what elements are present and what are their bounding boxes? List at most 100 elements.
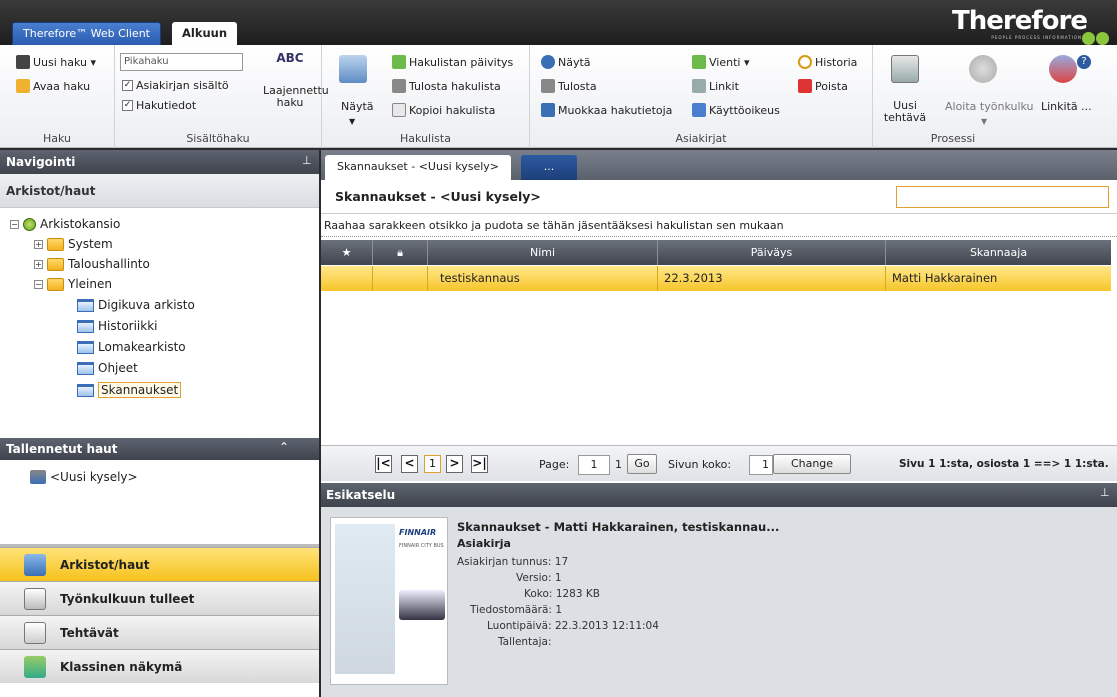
saved-searches-header: Tallennetut haut — [0, 438, 319, 460]
start-workflow-button[interactable]: Aloita työnkulku — [945, 100, 1034, 113]
refresh-list-button[interactable]: Hakulistan päivitys — [392, 55, 513, 69]
chevron-down-icon: ▼ — [349, 117, 356, 126]
new-task-icon — [891, 55, 919, 83]
group-label: Sisältöhaku — [186, 132, 250, 145]
tree-folder-finance[interactable]: + Taloushallinto — [34, 257, 150, 271]
table-row[interactable]: testiskannaus 22.3.2013 Matti Hakkaraine… — [321, 266, 1111, 291]
content-checkbox[interactable]: ✓ Asiakirjan sisältö — [122, 79, 229, 92]
abc-icon: ABC — [276, 51, 304, 65]
index-checkbox[interactable]: ✓ Hakutiedot — [122, 99, 196, 112]
favorite-column-header[interactable]: ★ — [321, 240, 373, 265]
edit-index-button[interactable]: Muokkaa hakutietoja — [541, 103, 672, 117]
go-button[interactable]: Go — [627, 454, 657, 474]
group-prosessi: Uusi tehtävä Aloita työnkulku ▼ ? Linkit… — [873, 45, 1117, 148]
thumb-subtitle: FINNAIR CITY BUS — [399, 543, 444, 549]
tree-archive-item[interactable]: Historiikki — [77, 319, 158, 333]
delete-button[interactable]: Poista — [798, 79, 848, 93]
tree-archive-item[interactable]: Digikuva arkisto — [77, 298, 195, 312]
new-search-button[interactable]: Uusi haku ▾ — [16, 55, 96, 69]
tree-root[interactable]: − Arkistokansio — [10, 217, 120, 231]
tab-home[interactable]: Alkuun — [172, 22, 238, 47]
chevron-up-icon[interactable]: ⌃ — [279, 440, 289, 454]
tab-web-client[interactable]: Therefore™ Web Client — [12, 22, 161, 46]
export-button[interactable]: Vienti ▾ — [692, 55, 749, 69]
nav-button-archives[interactable]: Arkistot/haut — [0, 547, 319, 581]
expand-icon[interactable]: + — [34, 239, 43, 249]
link-icon — [692, 79, 706, 93]
task-icon — [24, 621, 46, 644]
history-button[interactable]: Historia — [798, 55, 857, 69]
archives-icon — [24, 553, 46, 576]
quick-search-input[interactable]: Pikahaku — [120, 53, 243, 71]
view-document-button[interactable]: Näytä — [541, 55, 591, 69]
group-label: Haku — [42, 132, 71, 145]
filter-input[interactable] — [896, 186, 1109, 208]
pin-icon[interactable]: ⊥ — [302, 154, 312, 167]
link-button[interactable]: Linkitä ... — [1041, 100, 1092, 113]
tree-archive-item[interactable]: Ohjeet — [77, 361, 138, 375]
group-by-hint: Raahaa sarakkeen otsikko ja pudota se tä… — [321, 215, 1117, 237]
page-label: Page: — [539, 458, 570, 471]
tree-folder-general[interactable]: − Yleinen — [34, 277, 112, 291]
export-icon — [692, 55, 706, 69]
tab-query[interactable]: Skannaukset - <Uusi kysely> — [325, 155, 511, 180]
show-list-button[interactable]: Näytä — [341, 100, 374, 113]
nav-button-workflow-inbox[interactable]: Työnkulkuun tulleet — [0, 581, 319, 615]
cell-name: testiskannaus — [428, 266, 658, 291]
pin-icon[interactable]: ⊥ — [1100, 486, 1110, 499]
tree-archive-item[interactable]: Lomakearkisto — [77, 340, 186, 354]
field-saved-by: Tallentaja: — [498, 636, 552, 648]
new-task-button[interactable]: Uusi tehtävä — [883, 100, 927, 124]
logo-tagline: PEOPLE PROCESS INFORMATION — [991, 35, 1082, 40]
nav-button-tasks[interactable]: Tehtävät — [0, 615, 319, 649]
change-button[interactable]: Change — [773, 454, 851, 474]
prev-page-button[interactable]: < — [401, 455, 418, 473]
folder-icon — [47, 277, 64, 291]
query-title-bar: Skannaukset - <Uusi kysely> — [321, 180, 1117, 214]
preview-doc-type: Asiakirja — [457, 537, 511, 550]
help-icon[interactable]: ? — [1077, 55, 1091, 69]
column-header-name[interactable]: Nimi — [428, 240, 658, 265]
group-haku: Uusi haku ▾ Avaa haku Haku — [0, 45, 115, 148]
therefore-logo: Therefore — [952, 6, 1088, 36]
copy-list-button[interactable]: Kopioi hakulista — [392, 103, 495, 117]
links-button[interactable]: Linkit — [692, 79, 739, 93]
field-size: Koko: 1283 KB — [524, 588, 600, 600]
nav-button-classic-view[interactable]: Klassinen näkymä — [0, 649, 319, 683]
list-view-icon — [339, 55, 367, 83]
access-rights-button[interactable]: Käyttöoikeus — [692, 103, 780, 117]
collapse-icon[interactable]: − — [34, 279, 43, 289]
advanced-search-button[interactable]: ABC Laajennettu haku — [263, 51, 329, 109]
column-header-scanner[interactable]: Skannaaja — [886, 240, 1111, 265]
print-document-button[interactable]: Tulosta — [541, 79, 597, 93]
map-image — [335, 524, 395, 674]
page-input[interactable]: 1 — [578, 455, 610, 475]
current-page-indicator[interactable]: 1 — [424, 455, 441, 473]
field-created: Luontipäivä: 22.3.2013 12:11:04 — [487, 620, 659, 632]
thumb-brand: FINNAIR — [399, 528, 437, 537]
print-list-button[interactable]: Tulosta hakulista — [392, 79, 501, 93]
saved-search-item[interactable]: <Uusi kysely> — [30, 470, 138, 484]
first-page-button[interactable]: |< — [375, 455, 392, 473]
tree-archive-item-selected[interactable]: Skannaukset — [77, 382, 182, 398]
document-thumbnail[interactable]: FINNAIR FINNAIR CITY BUS — [330, 517, 448, 685]
last-page-button[interactable]: >| — [471, 455, 488, 473]
link-workflow-icon — [1049, 55, 1077, 83]
field-file-count: Tiedostomäärä: 1 — [470, 604, 562, 616]
page-size-input[interactable]: 1 — [749, 455, 773, 475]
column-header-date[interactable]: Päiväys — [658, 240, 886, 265]
clock-icon — [798, 55, 812, 69]
lock-column-header[interactable]: 🔒︎ — [373, 240, 428, 265]
group-hakulista: Näytä ▼ Hakulistan päivitys Tulosta haku… — [322, 45, 530, 148]
magnifier-icon — [541, 55, 555, 69]
lock-icon: 🔒︎ — [397, 246, 403, 259]
expand-icon[interactable]: + — [34, 259, 43, 269]
next-page-button[interactable]: > — [446, 455, 463, 473]
tab-more[interactable]: ... — [521, 155, 577, 180]
checklist-icon — [24, 655, 46, 678]
chevron-down-icon: ▼ — [981, 117, 988, 126]
collapse-icon[interactable]: − — [10, 219, 19, 229]
inbox-icon — [24, 587, 46, 610]
open-search-button[interactable]: Avaa haku — [16, 79, 90, 93]
tree-folder-system[interactable]: + System — [34, 237, 113, 251]
